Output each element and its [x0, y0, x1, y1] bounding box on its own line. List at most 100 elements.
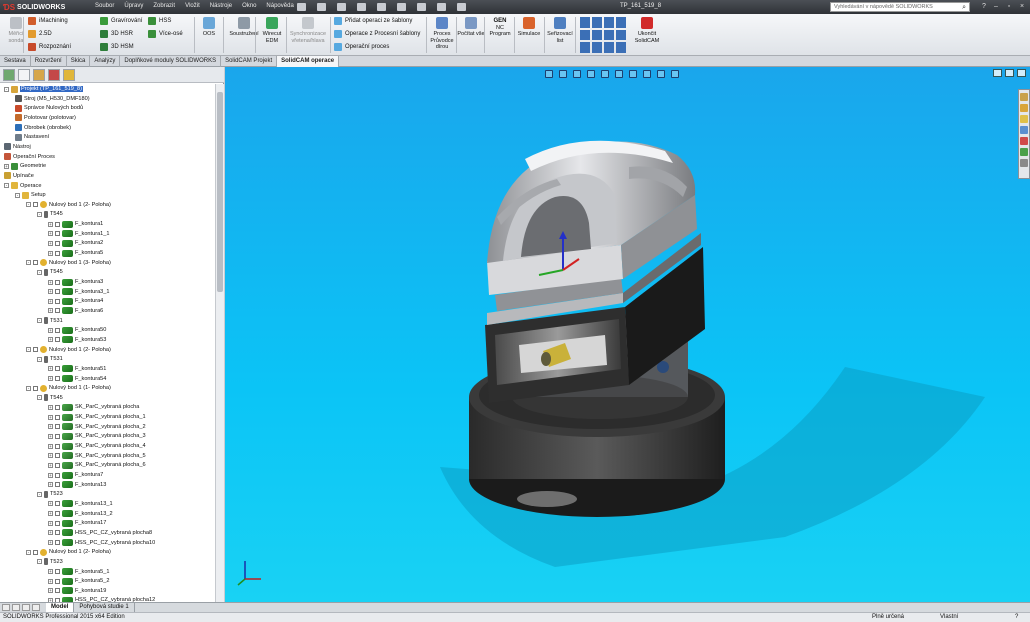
- menu-item[interactable]: Zobrazit: [148, 0, 180, 14]
- model-tab[interactable]: Model: [46, 603, 75, 612]
- suppress-checkbox[interactable]: [55, 279, 60, 285]
- expand-icon[interactable]: +: [48, 520, 53, 526]
- expand-icon[interactable]: +: [48, 240, 53, 246]
- expand-icon[interactable]: +: [48, 472, 53, 478]
- operation-item[interactable]: + F_kontura5_2: [48, 576, 110, 586]
- 3d-hsm-button[interactable]: 3D HSM: [100, 43, 134, 51]
- operation-item[interactable]: + F_kontura6: [48, 306, 103, 316]
- operation-item[interactable]: + F_kontura3: [48, 277, 103, 287]
- help-icon[interactable]: ?: [1015, 614, 1018, 620]
- tree-item[interactable]: - Setup: [15, 190, 46, 200]
- view-tool-icon[interactable]: [604, 29, 614, 41]
- view-tool-icon[interactable]: [592, 17, 602, 28]
- suppress-checkbox[interactable]: [55, 511, 60, 517]
- tree-item[interactable]: - T545: [37, 393, 63, 403]
- tree-scrollbar[interactable]: [215, 84, 224, 602]
- suppress-checkbox[interactable]: [55, 540, 60, 546]
- suppress-checkbox[interactable]: [55, 404, 60, 410]
- operation-item[interactable]: + F_kontura5: [48, 248, 103, 258]
- collapse-icon[interactable]: -: [26, 202, 31, 208]
- expand-icon[interactable]: +: [48, 327, 53, 333]
- suppress-checkbox[interactable]: [55, 337, 60, 343]
- operation-item[interactable]: + SK_ParC_vybraná plocha_4: [48, 441, 146, 451]
- suppress-checkbox[interactable]: [55, 433, 60, 439]
- expand-icon[interactable]: +: [48, 376, 53, 381]
- command-tab[interactable]: SolidCAM Projekt: [221, 56, 278, 67]
- tree-item[interactable]: Obrobek (obrobek): [15, 123, 71, 133]
- search-input[interactable]: Vyhledávání v nápovědě SOLIDWORKS ⌕: [830, 2, 970, 12]
- suppress-checkbox[interactable]: [33, 347, 38, 353]
- rozpoznani-button[interactable]: Rozpoznání: [28, 43, 71, 51]
- view-tool-icon[interactable]: [580, 42, 590, 53]
- expand-icon[interactable]: +: [48, 250, 53, 256]
- operation-item[interactable]: + SK_ParC_vybraná plocha_3: [48, 431, 146, 441]
- view-tool-icon[interactable]: [616, 17, 626, 28]
- expand-icon[interactable]: +: [4, 163, 9, 169]
- configuration-icon[interactable]: [33, 69, 45, 81]
- suppress-checkbox[interactable]: [55, 501, 60, 507]
- suppress-checkbox[interactable]: [55, 414, 60, 420]
- maximize-button[interactable]: ▫: [1003, 2, 1015, 12]
- expand-icon[interactable]: +: [48, 578, 53, 584]
- suppress-checkbox[interactable]: [55, 569, 60, 574]
- tree-item[interactable]: Operační Proces: [4, 152, 55, 162]
- measure-probe-button[interactable]: Měřicí sonda: [2, 16, 30, 54]
- suppress-checkbox[interactable]: [55, 221, 60, 227]
- suppress-checkbox[interactable]: [55, 366, 60, 372]
- tree-item[interactable]: - T545: [37, 267, 63, 277]
- view-tool-icon[interactable]: [616, 42, 626, 53]
- tree-item[interactable]: Stroj (M5_H530_DMF180): [15, 94, 90, 104]
- operation-item[interactable]: + F_kontura1: [48, 219, 103, 229]
- 3d-model-fixture[interactable]: [225, 67, 1030, 602]
- collapse-icon[interactable]: -: [4, 183, 9, 188]
- imachining-button[interactable]: iMachining: [28, 17, 68, 25]
- expand-icon[interactable]: +: [48, 279, 53, 285]
- operation-item[interactable]: + F_kontura53: [48, 335, 106, 345]
- tree-item[interactable]: - T531: [37, 316, 63, 326]
- view-tool-icon[interactable]: [580, 29, 590, 41]
- expand-icon[interactable]: +: [48, 231, 53, 237]
- suppress-checkbox[interactable]: [55, 530, 60, 536]
- suppress-checkbox[interactable]: [55, 482, 60, 488]
- suppress-checkbox[interactable]: [55, 520, 60, 526]
- operation-item[interactable]: + SK_ParC_vybraná plocha_6: [48, 460, 146, 470]
- operation-item[interactable]: + F_kontura13_1: [48, 499, 113, 509]
- suppress-checkbox[interactable]: [55, 231, 60, 237]
- suppress-checkbox[interactable]: [55, 327, 60, 333]
- tree-item[interactable]: - Nulový bod 1 (2- Poloha): [26, 200, 111, 210]
- expand-icon[interactable]: +: [48, 366, 53, 372]
- feature-tree-icon[interactable]: [3, 69, 15, 81]
- expand-icon[interactable]: +: [48, 482, 53, 488]
- property-manager-icon[interactable]: [18, 69, 30, 81]
- operation-item[interactable]: + SK_ParC_vybraná plocha_5: [48, 451, 146, 461]
- turning-button[interactable]: Soustružení: [226, 16, 262, 54]
- tree-item[interactable]: - T545: [37, 209, 63, 219]
- engraving-button[interactable]: Gravírování: [100, 17, 142, 25]
- command-tab[interactable]: Doplňkové moduly SOLIDWORKS: [120, 56, 222, 67]
- operation-item[interactable]: + F_kontura51: [48, 364, 106, 374]
- help-icon[interactable]: ?: [978, 2, 990, 12]
- expand-icon[interactable]: +: [48, 501, 53, 507]
- tree-item[interactable]: - T531: [37, 354, 63, 364]
- print-icon[interactable]: [357, 3, 366, 11]
- expand-icon[interactable]: +: [48, 530, 53, 536]
- save-icon[interactable]: [337, 3, 346, 11]
- close-button[interactable]: ×: [1016, 2, 1028, 12]
- menu-item[interactable]: Úpravy: [119, 0, 148, 14]
- operation-item[interactable]: + F_kontura13: [48, 480, 106, 490]
- calculate-all-button[interactable]: Počítat vše: [457, 16, 485, 54]
- tree-item[interactable]: - T523: [37, 489, 63, 499]
- expand-icon[interactable]: +: [48, 404, 53, 410]
- simulation-button[interactable]: Simulace: [515, 16, 543, 54]
- collapse-icon[interactable]: -: [37, 269, 42, 275]
- options-icon[interactable]: [457, 3, 466, 11]
- oos-button[interactable]: OOS: [195, 16, 223, 54]
- operation-item[interactable]: + F_kontura17: [48, 518, 106, 528]
- operation-item[interactable]: + F_kontura1_1: [48, 229, 110, 239]
- menu-item[interactable]: Okno: [237, 0, 261, 14]
- expand-icon[interactable]: +: [48, 569, 53, 574]
- suppress-checkbox[interactable]: [55, 588, 60, 594]
- suppress-checkbox[interactable]: [55, 472, 60, 478]
- tree-item[interactable]: - Projekt (TP_161_519_8): [4, 84, 83, 94]
- menu-item[interactable]: Vložit: [180, 0, 205, 14]
